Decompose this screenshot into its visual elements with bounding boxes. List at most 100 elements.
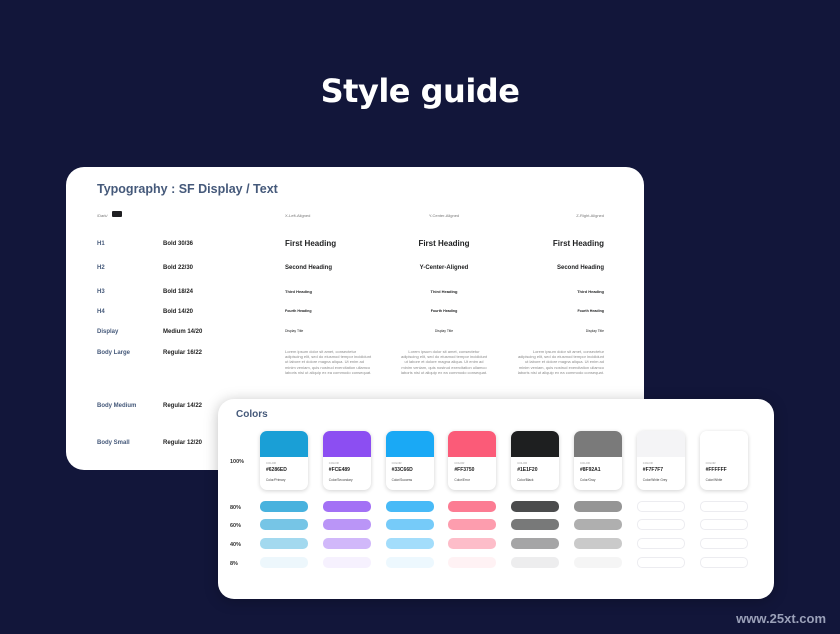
color-name-label: Color/Secondary bbox=[328, 478, 353, 482]
sample-display-center: Display Title bbox=[434, 329, 454, 333]
percent-label-100: 100% bbox=[230, 459, 245, 465]
typography-title: Typography : SF Display / Text bbox=[97, 182, 278, 196]
color-name-label: Color/White Grey bbox=[642, 478, 668, 482]
sample-h3-right: Third Heading bbox=[577, 289, 604, 294]
color-hex-label: #33C66D bbox=[391, 467, 413, 473]
row-spec-body-small: Regular 12/20 bbox=[163, 440, 203, 446]
color-shade-8 bbox=[511, 557, 560, 568]
row-label-h3: H3 bbox=[97, 289, 105, 295]
color-shade-80 bbox=[385, 501, 434, 512]
color-shade-40 bbox=[385, 538, 434, 549]
colors-card: Colors 100% 80% 60% 40% 8% COLOR #6286ED C… bbox=[218, 399, 774, 599]
color-shade-80 bbox=[260, 501, 308, 512]
row-spec-h2: Bold 22/30 bbox=[163, 265, 194, 271]
sample-h1-center: First Heading bbox=[418, 239, 470, 248]
row-label-body-small: Body Small bbox=[97, 440, 130, 446]
color-hex-label: #8F92A1 bbox=[580, 467, 601, 473]
sample-h4-left: Fourth Heading bbox=[285, 309, 312, 313]
color-shade-8 bbox=[574, 557, 622, 568]
color-hex-label: #FF3750 bbox=[454, 467, 475, 473]
color-shade-40 bbox=[322, 538, 371, 549]
color-shade-60 bbox=[636, 519, 685, 530]
color-shade-8 bbox=[385, 557, 434, 568]
sample-h1-right: First Heading bbox=[552, 239, 604, 248]
watermark: www.25xt.com bbox=[736, 611, 826, 626]
color-caption: COLOR bbox=[391, 461, 402, 465]
color-hex-label: #1E1F20 bbox=[517, 467, 538, 473]
color-caption: COLOR bbox=[328, 461, 339, 465]
row-spec-body-medium: Regular 14/22 bbox=[163, 403, 203, 409]
percent-label-8: 8% bbox=[230, 561, 238, 567]
color-hex-label: #F7F7F7 bbox=[642, 467, 664, 473]
color-shade-60 bbox=[574, 519, 622, 530]
sample-h2-center: Y-Center-Aligned bbox=[419, 265, 469, 271]
row-label-h4: H4 bbox=[97, 309, 105, 315]
color-tile: COLOR #8F92A1 Color/Gray bbox=[574, 431, 622, 490]
color-swatch bbox=[385, 431, 434, 457]
dark-label: /Dark/ bbox=[97, 213, 108, 218]
percent-label-60: 60% bbox=[230, 523, 242, 529]
color-shade-80 bbox=[448, 501, 497, 512]
color-shade-8 bbox=[448, 557, 497, 568]
row-spec-h4: Bold 14/20 bbox=[163, 309, 194, 315]
row-label-display: Display bbox=[97, 329, 119, 335]
color-swatch bbox=[699, 431, 748, 457]
color-shade-8 bbox=[636, 557, 685, 568]
percent-label-80: 80% bbox=[230, 505, 242, 511]
color-name-label: Color/Success bbox=[391, 478, 413, 482]
colors-title: Colors bbox=[236, 409, 268, 420]
color-name-label: Color/Black bbox=[517, 478, 534, 482]
color-shade-8 bbox=[322, 557, 371, 568]
color-shade-60 bbox=[511, 519, 560, 530]
color-swatch bbox=[574, 431, 622, 457]
color-shade-8 bbox=[699, 557, 748, 568]
color-tile: COLOR #FFFFFF Color/White bbox=[699, 431, 748, 490]
sample-display-right: Display Title bbox=[585, 329, 604, 333]
sample-h2-left: Second Heading bbox=[285, 265, 333, 271]
color-shade-40 bbox=[699, 538, 748, 549]
row-spec-h1: Bold 30/36 bbox=[163, 241, 194, 247]
color-caption: COLOR bbox=[517, 461, 528, 465]
color-name-label: Color/Error bbox=[454, 478, 470, 482]
color-caption: COLOR bbox=[705, 461, 716, 465]
body-text-right: Lorem ipsum dolor sit amet, consectetur … bbox=[517, 349, 604, 375]
color-hex-label: #FCE489 bbox=[328, 467, 350, 473]
row-spec-h3: Bold 18/24 bbox=[163, 289, 194, 295]
color-tile: COLOR #33C66D Color/Success bbox=[385, 431, 434, 490]
color-shade-40 bbox=[636, 538, 685, 549]
color-tile: COLOR #FF3750 Color/Error bbox=[448, 431, 497, 490]
color-name-label: Color/Gray bbox=[580, 478, 596, 482]
column-header-right: Z-Right-Aligned bbox=[576, 213, 604, 218]
color-shade-40 bbox=[511, 538, 560, 549]
color-shade-60 bbox=[699, 519, 748, 530]
color-shade-60 bbox=[322, 519, 371, 530]
color-caption: COLOR bbox=[580, 461, 590, 465]
color-shade-80 bbox=[636, 501, 685, 512]
color-shade-40 bbox=[260, 538, 308, 549]
color-name-label: Color/Primary bbox=[266, 478, 286, 482]
sample-h3-center: Third Heading bbox=[430, 289, 458, 294]
color-shade-60 bbox=[448, 519, 497, 530]
color-shade-60 bbox=[260, 519, 308, 530]
sample-h3-left: Third Heading bbox=[285, 289, 312, 294]
color-shade-40 bbox=[574, 538, 622, 549]
color-caption: COLOR bbox=[642, 461, 653, 465]
body-text-left: Lorem ipsum dolor sit amet, consectetur … bbox=[285, 349, 372, 375]
sample-display-left: Display Title bbox=[285, 329, 304, 333]
sample-h4-right: Fourth Heading bbox=[577, 309, 604, 313]
row-spec-display: Medium 14/20 bbox=[163, 329, 203, 335]
row-spec-body-large: Regular 16/22 bbox=[163, 350, 203, 356]
color-swatch bbox=[511, 431, 560, 457]
row-label-body-large: Body Large bbox=[97, 350, 131, 356]
color-shade-80 bbox=[699, 501, 748, 512]
color-shade-8 bbox=[260, 557, 308, 568]
sample-h1-left: First Heading bbox=[285, 239, 337, 248]
color-hex-label: #6286ED bbox=[266, 467, 287, 473]
color-tile: COLOR #6286ED Color/Primary bbox=[260, 431, 308, 490]
color-hex-label: #FFFFFF bbox=[705, 467, 727, 473]
color-shade-80 bbox=[511, 501, 560, 512]
sample-h2-right: Second Heading bbox=[556, 265, 604, 271]
row-label-h2: H2 bbox=[97, 265, 105, 271]
color-caption: COLOR bbox=[266, 461, 276, 465]
color-swatch bbox=[322, 431, 371, 457]
